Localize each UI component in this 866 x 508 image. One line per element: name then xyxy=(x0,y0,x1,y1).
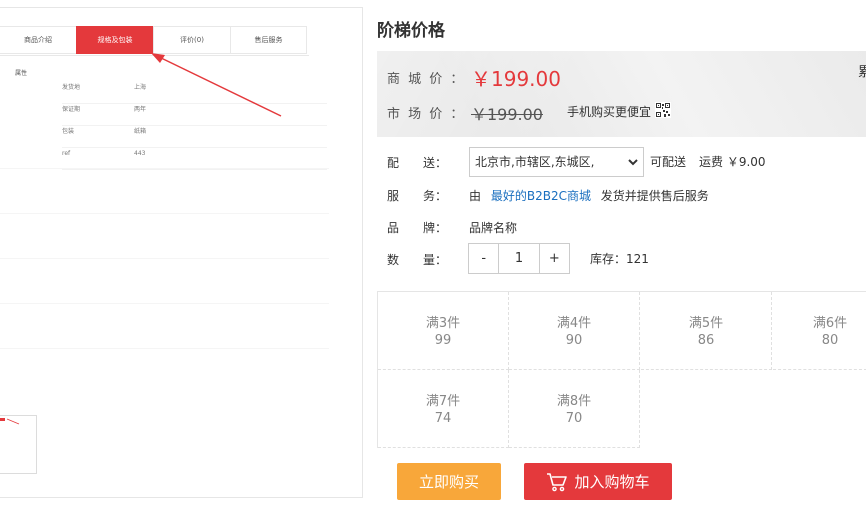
market-price: ￥199.00 xyxy=(471,105,543,124)
attr-key: 包装 xyxy=(62,128,75,135)
tier-condition: 满5件 xyxy=(688,316,724,331)
quantity-stepper: - 1 + xyxy=(468,243,570,274)
service-label: 服 务： xyxy=(387,189,448,203)
divider xyxy=(0,348,329,349)
price-panel: 商 城 价 ： ￥199.00 累 市 场 价 ： ￥199.00 手机购买更便… xyxy=(377,51,866,137)
seller-link[interactable]: 最好的B2B2C商城 xyxy=(491,189,591,203)
attr-key: ref xyxy=(62,150,71,157)
quantity-label: 数 量： xyxy=(387,253,448,267)
buy-now-button[interactable]: 立即购买 xyxy=(397,463,501,500)
delivery-status: 可配送 xyxy=(650,155,687,169)
tier-price-table: 满3件 99 满4件 90 满5件 86 满6件 80 满7件 74 满8件 7… xyxy=(377,291,866,448)
annotation-arrow-icon xyxy=(151,53,282,117)
tier-condition: 满3件 xyxy=(425,316,461,331)
divider xyxy=(0,303,329,304)
divider xyxy=(0,213,329,214)
tier-price-cell: 满8件 70 xyxy=(509,370,640,448)
delivery-region-value: 北京市,市辖区,东城区, xyxy=(475,155,595,169)
preview-attr-row: ref 443 xyxy=(62,148,327,170)
attr-value: 纸箱 xyxy=(134,128,147,135)
divider xyxy=(0,258,329,259)
brand-label: 品 牌： xyxy=(387,221,448,235)
quantity-input[interactable]: 1 xyxy=(498,244,540,273)
tier-price-cell: 满3件 99 xyxy=(378,292,509,370)
brand-value: 品牌名称 xyxy=(469,221,518,235)
qr-code-icon[interactable] xyxy=(655,102,671,118)
chevron-down-icon xyxy=(627,148,639,186)
attr-value: 443 xyxy=(134,150,146,157)
thumbnail-image[interactable] xyxy=(0,415,37,474)
preview-attr-row: 包装 纸箱 xyxy=(62,126,327,148)
product-main-image: 商品介绍 规格及包装 评价(0) 售后服务 属性 发货地 上海 保证期 两年 包装纸… xyxy=(0,7,363,407)
attr-key: 保证期 xyxy=(62,106,81,113)
divider xyxy=(0,168,329,169)
add-to-cart-button[interactable]: 加入购物车 xyxy=(524,463,672,500)
tier-price-cell: 满7件 74 xyxy=(378,370,509,448)
increase-button[interactable]: + xyxy=(540,244,569,273)
mall-price-label: 商 城 价 ： xyxy=(387,72,466,87)
tier-price: 90 xyxy=(565,333,583,348)
cumulative-label: 累 xyxy=(858,65,866,80)
product-title: 阶梯价格 xyxy=(377,21,445,41)
tier-price-cell: 满5件 86 xyxy=(641,292,772,370)
service-prefix: 由 xyxy=(469,189,482,203)
tier-condition: 满8件 xyxy=(556,394,592,409)
tier-price: 70 xyxy=(565,411,583,426)
stock-count: 库存：121 xyxy=(590,252,649,266)
tier-price: 80 xyxy=(821,333,839,348)
preview-attr-title: 属性 xyxy=(15,70,28,77)
preview-tab: 商品介绍 xyxy=(0,26,76,54)
add-to-cart-label: 加入购物车 xyxy=(574,473,650,491)
mall-price: ￥199.00 xyxy=(471,67,561,91)
tier-condition: 满7件 xyxy=(425,394,461,409)
market-price-label: 市 场 价 ： xyxy=(387,107,466,122)
thumbnail-strip xyxy=(0,405,363,498)
tier-price-cell: 满6件 80 xyxy=(773,292,866,370)
delivery-region-select[interactable]: 北京市,市辖区,东城区, xyxy=(469,147,644,177)
delivery-label: 配 送： xyxy=(387,156,448,170)
tier-condition: 满4件 xyxy=(556,316,592,331)
decrease-button[interactable]: - xyxy=(469,244,498,273)
shopping-cart-icon xyxy=(547,472,568,491)
tier-price-cell: 满4件 90 xyxy=(509,292,640,370)
service-info: 由 最好的B2B2C商城 发货并提供售后服务 xyxy=(469,187,709,204)
freight-fee: 运费 ￥9.00 xyxy=(699,155,766,169)
tier-price: 99 xyxy=(434,333,452,348)
tier-condition: 满6件 xyxy=(812,316,848,331)
mobile-buy-link[interactable]: 手机购买更便宜 xyxy=(567,103,651,120)
tier-price: 86 xyxy=(697,333,715,348)
service-suffix: 发货并提供售后服务 xyxy=(600,189,709,203)
attr-key: 发货地 xyxy=(62,84,81,91)
tier-price: 74 xyxy=(434,411,452,426)
